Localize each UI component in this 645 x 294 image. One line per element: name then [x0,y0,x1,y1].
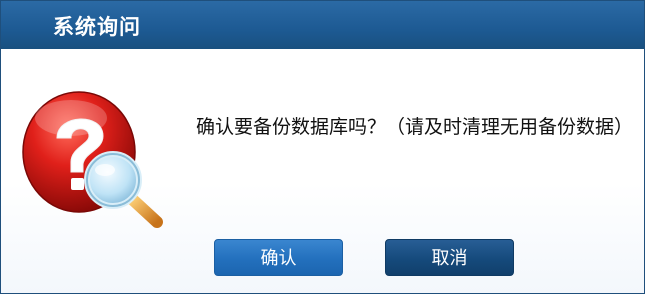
confirm-button[interactable]: 确认 [214,239,343,276]
dialog-title: 系统询问 [53,15,141,39]
dialog-body: 确认要备份数据库吗？（请及时清理无用备份数据） 确认 取消 [1,49,644,293]
title-bar[interactable]: 系统询问 [1,1,644,49]
dialog-message: 确认要备份数据库吗？（请及时清理无用备份数据） [196,116,634,138]
cancel-button[interactable]: 取消 [385,239,514,276]
confirm-dialog: 系统询问 确认要备份数据库吗？（请及时清理无用备份数据） 确认 取消 [0,0,645,294]
question-magnifier-icon [22,91,163,228]
